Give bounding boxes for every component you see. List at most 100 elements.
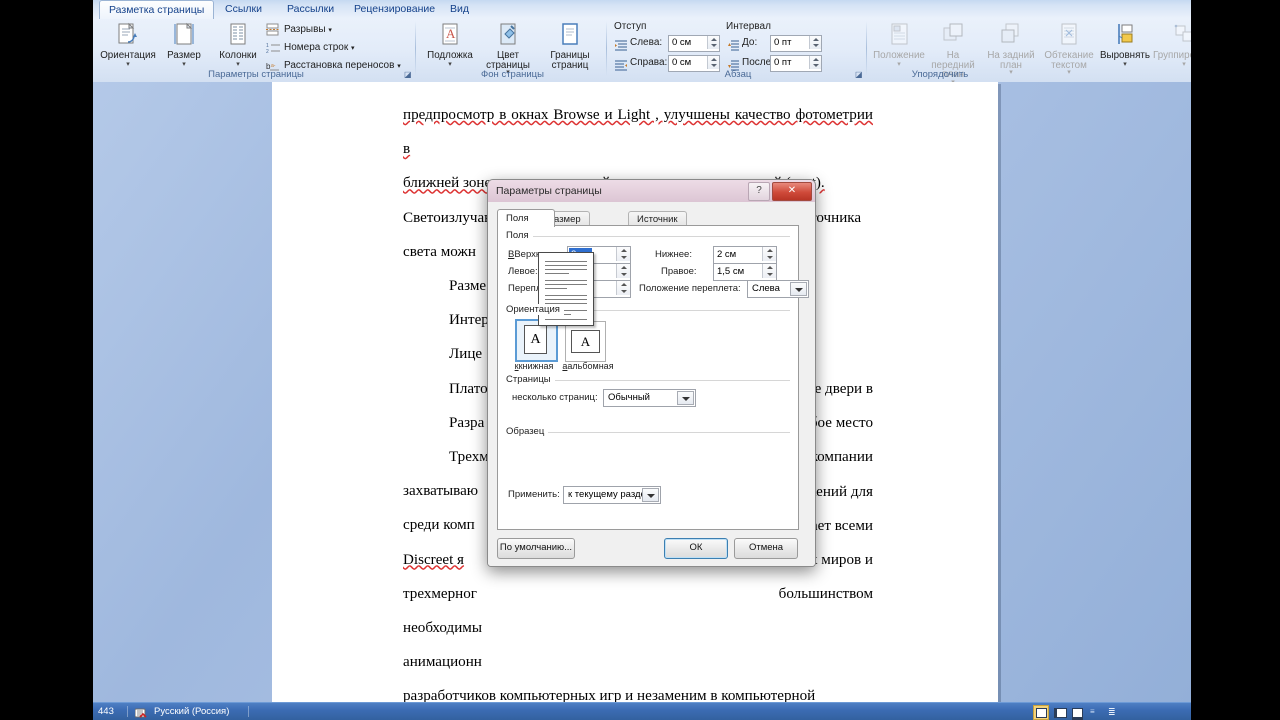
tab-review[interactable]: Рецензирование	[345, 1, 444, 18]
chevron-down-icon[interactable]	[642, 488, 659, 502]
view-web-layout[interactable]	[1069, 705, 1085, 720]
tab-mailings[interactable]: Рассылки	[278, 1, 343, 18]
value: 0 см	[672, 57, 692, 68]
margin-bottom-input[interactable]: 2 см	[713, 246, 777, 264]
view-fullscreen-read[interactable]	[1051, 705, 1067, 720]
help-icon[interactable]: ?	[748, 182, 770, 201]
status-bar: 443 Русский (Россия) ≡ ≣	[93, 702, 1191, 720]
view-print-layout[interactable]	[1033, 705, 1049, 720]
tab-label: Ссылки	[225, 3, 262, 15]
chevron-down-icon: ▾	[1182, 60, 1186, 68]
button-label: Номера строк	[284, 42, 349, 53]
stepper[interactable]	[809, 56, 821, 69]
button-text-wrap[interactable]: Обтекание текстом ▾	[1040, 19, 1098, 76]
orientation-group-label: Ориентация	[506, 304, 564, 315]
text-wrap-icon	[1040, 20, 1098, 50]
margins-group-label: Поля	[506, 230, 533, 241]
button-label: Выровнять	[1100, 50, 1150, 61]
cancel-button[interactable]: Отмена	[734, 538, 798, 559]
button-group[interactable]: Группировать ▾	[1152, 19, 1191, 68]
chevron-down-icon[interactable]	[790, 282, 807, 296]
button-send-to-back[interactable]: На задний план ▾	[982, 19, 1040, 76]
align-icon	[1096, 20, 1154, 50]
ribbon: Разметка страницы Ссылки Рассылки Реценз…	[93, 0, 1191, 86]
page-orientation-icon	[99, 20, 157, 50]
stepper[interactable]	[707, 56, 719, 69]
value: Обычный	[608, 392, 650, 403]
divider	[866, 21, 867, 76]
ribbon-tab-strip: Разметка страницы Ссылки Рассылки Реценз…	[93, 0, 1191, 19]
line-numbers-icon: 12	[266, 41, 280, 55]
page-columns-icon	[209, 20, 267, 50]
value: 0 пт	[774, 57, 792, 68]
stepper[interactable]	[707, 36, 719, 49]
tab-label: Рецензирование	[354, 3, 436, 15]
margin-right-input[interactable]: 1,5 см	[713, 263, 777, 281]
page-setup-dialog-launcher[interactable]: ◪	[404, 70, 413, 79]
stepper[interactable]	[809, 36, 821, 49]
button-columns[interactable]: Колонки ▾	[209, 19, 267, 68]
group-label: Упорядочить	[911, 69, 969, 80]
chevron-down-icon: ▾	[126, 60, 130, 68]
button-label: Обтекание текстом	[1044, 50, 1094, 71]
tab-page-layout[interactable]: Разметка страницы	[99, 0, 215, 19]
button-page-color[interactable]: Цвет страницы ▾	[479, 19, 537, 76]
landscape-page-icon: A	[571, 330, 600, 353]
pages-group-label: Страницы	[506, 374, 555, 385]
tab-label: Разметка страницы	[109, 4, 205, 16]
stepper[interactable]	[616, 264, 630, 278]
stepper[interactable]	[616, 281, 630, 295]
tab-references[interactable]: Ссылки	[216, 1, 271, 18]
set-default-button[interactable]: По умолчанию...	[497, 538, 575, 559]
spellcheck-icon[interactable]	[134, 706, 148, 720]
chevron-down-icon[interactable]	[677, 391, 694, 405]
ok-button[interactable]: ОК	[664, 538, 728, 559]
gutter-position-label: Положение переплета:	[639, 283, 741, 294]
button-watermark[interactable]: A Подложка ▾	[421, 19, 479, 68]
stepper[interactable]	[762, 247, 776, 261]
word-count[interactable]: 443	[98, 703, 114, 720]
page-size-icon	[155, 20, 213, 50]
doc-line: Discreet я	[403, 551, 465, 568]
language-indicator[interactable]: Русский (Россия)	[154, 703, 229, 720]
button-breaks[interactable]: Разрывы ▾	[265, 22, 332, 37]
tab-view[interactable]: Вид	[441, 1, 478, 18]
button-label: Колонки	[219, 50, 257, 61]
stepper[interactable]	[762, 264, 776, 278]
value: Слева	[752, 283, 780, 294]
stepper[interactable]	[616, 247, 630, 261]
indent-left-icon	[615, 38, 627, 56]
button-align[interactable]: Выровнять ▾	[1096, 19, 1154, 68]
orientation-landscape[interactable]: A	[565, 321, 606, 362]
button-page-borders[interactable]: Границы страниц	[539, 19, 601, 70]
button-position[interactable]: Положение ▾	[870, 19, 928, 68]
gutter-position-select[interactable]: Слева	[747, 280, 809, 298]
indent-left-input[interactable]: 0 см	[668, 35, 720, 52]
button-orientation[interactable]: Ориентация ▾	[99, 19, 157, 68]
button-size[interactable]: Размер ▾	[155, 19, 213, 68]
dialog-tab-margins[interactable]: Поля	[497, 209, 555, 227]
tab-label: Вид	[450, 3, 469, 15]
group-page-setup: Ориентация ▾ Размер ▾ Колонки ▾ Разрывы …	[97, 18, 415, 81]
multiple-pages-select[interactable]: Обычный	[603, 389, 696, 407]
group-icon	[1152, 20, 1191, 50]
ribbon-body: Ориентация ▾ Размер ▾ Колонки ▾ Разрывы …	[93, 18, 1191, 86]
dialog-title-bar[interactable]: Параметры страницы ? ✕	[488, 180, 815, 203]
button-label: Цвет страницы	[486, 50, 530, 71]
label-text: Применить:	[508, 489, 560, 500]
view-outline[interactable]: ≡	[1087, 705, 1103, 720]
divider	[606, 21, 607, 76]
group-label: Фон страницы	[481, 69, 544, 80]
dialog-body: Поля Размер бумаги Источник бумаги Поля …	[488, 202, 815, 566]
divider	[248, 706, 249, 717]
button-line-numbers[interactable]: 12 Номера строк ▾	[265, 40, 355, 55]
spacing-before-input[interactable]: 0 пт	[770, 35, 822, 52]
margin-right-label: Правое:	[661, 266, 697, 277]
page-setup-dialog[interactable]: Параметры страницы ? ✕ Поля Размер бумаг…	[487, 179, 816, 567]
group-arrange: Положение ▾ На передний план ▾ На задний…	[870, 18, 1191, 86]
apply-to-select[interactable]: к текущему разделу	[563, 486, 661, 504]
close-icon[interactable]: ✕	[772, 182, 812, 201]
preview-group-label: Образец	[506, 426, 549, 437]
doc-line: большинством	[778, 586, 873, 603]
view-draft[interactable]: ≣	[1105, 705, 1121, 720]
